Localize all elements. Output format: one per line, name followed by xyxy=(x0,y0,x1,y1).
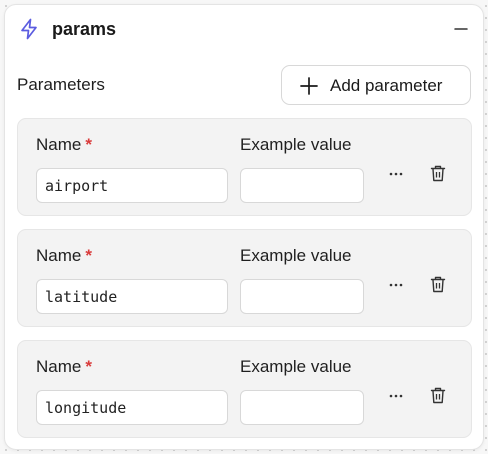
node-header: params xyxy=(5,5,483,53)
add-parameter-label: Add parameter xyxy=(330,76,443,95)
name-label-text: Name xyxy=(36,135,82,154)
trash-icon xyxy=(430,276,446,293)
name-field-label: Name * xyxy=(36,246,92,266)
name-label-text: Name xyxy=(36,246,82,265)
more-options-button[interactable] xyxy=(382,163,410,185)
name-label-text: Name xyxy=(36,357,82,376)
required-marker: * xyxy=(85,135,92,154)
example-value-label: Example value xyxy=(240,357,352,376)
trash-icon xyxy=(430,387,446,404)
name-field-label: Name * xyxy=(36,357,92,377)
example-value-input[interactable] xyxy=(240,168,364,203)
bolt-icon xyxy=(19,18,39,40)
more-options-button[interactable] xyxy=(382,274,410,296)
trash-icon xyxy=(430,165,446,182)
params-node-card: params Parameters Add parameter Name * Ex… xyxy=(4,4,484,450)
delete-parameter-button[interactable] xyxy=(428,274,448,296)
example-value-label: Example value xyxy=(240,135,352,154)
add-parameter-button[interactable]: Add parameter xyxy=(281,65,471,105)
ellipsis-icon xyxy=(389,394,403,398)
delete-parameter-button[interactable] xyxy=(428,163,448,185)
parameter-row: Name * Example value xyxy=(17,340,472,438)
ellipsis-icon xyxy=(389,172,403,176)
node-title: params xyxy=(52,19,117,39)
example-value-input[interactable] xyxy=(240,279,364,314)
plus-icon xyxy=(299,76,319,96)
required-marker: * xyxy=(85,357,92,376)
name-field-label: Name * xyxy=(36,135,92,155)
parameter-name-input[interactable] xyxy=(36,390,228,425)
parameter-name-input[interactable] xyxy=(36,279,228,314)
parameter-row: Name * Example value xyxy=(17,118,472,216)
example-value-label: Example value xyxy=(240,246,352,265)
ellipsis-icon xyxy=(389,283,403,287)
example-value-input[interactable] xyxy=(240,390,364,425)
required-marker: * xyxy=(85,246,92,265)
minus-icon xyxy=(454,28,468,30)
parameters-section-label: Parameters xyxy=(17,75,105,94)
delete-parameter-button[interactable] xyxy=(428,385,448,407)
parameter-row: Name * Example value xyxy=(17,229,472,327)
more-options-button[interactable] xyxy=(382,385,410,407)
parameter-name-input[interactable] xyxy=(36,168,228,203)
collapse-button[interactable] xyxy=(451,19,471,39)
